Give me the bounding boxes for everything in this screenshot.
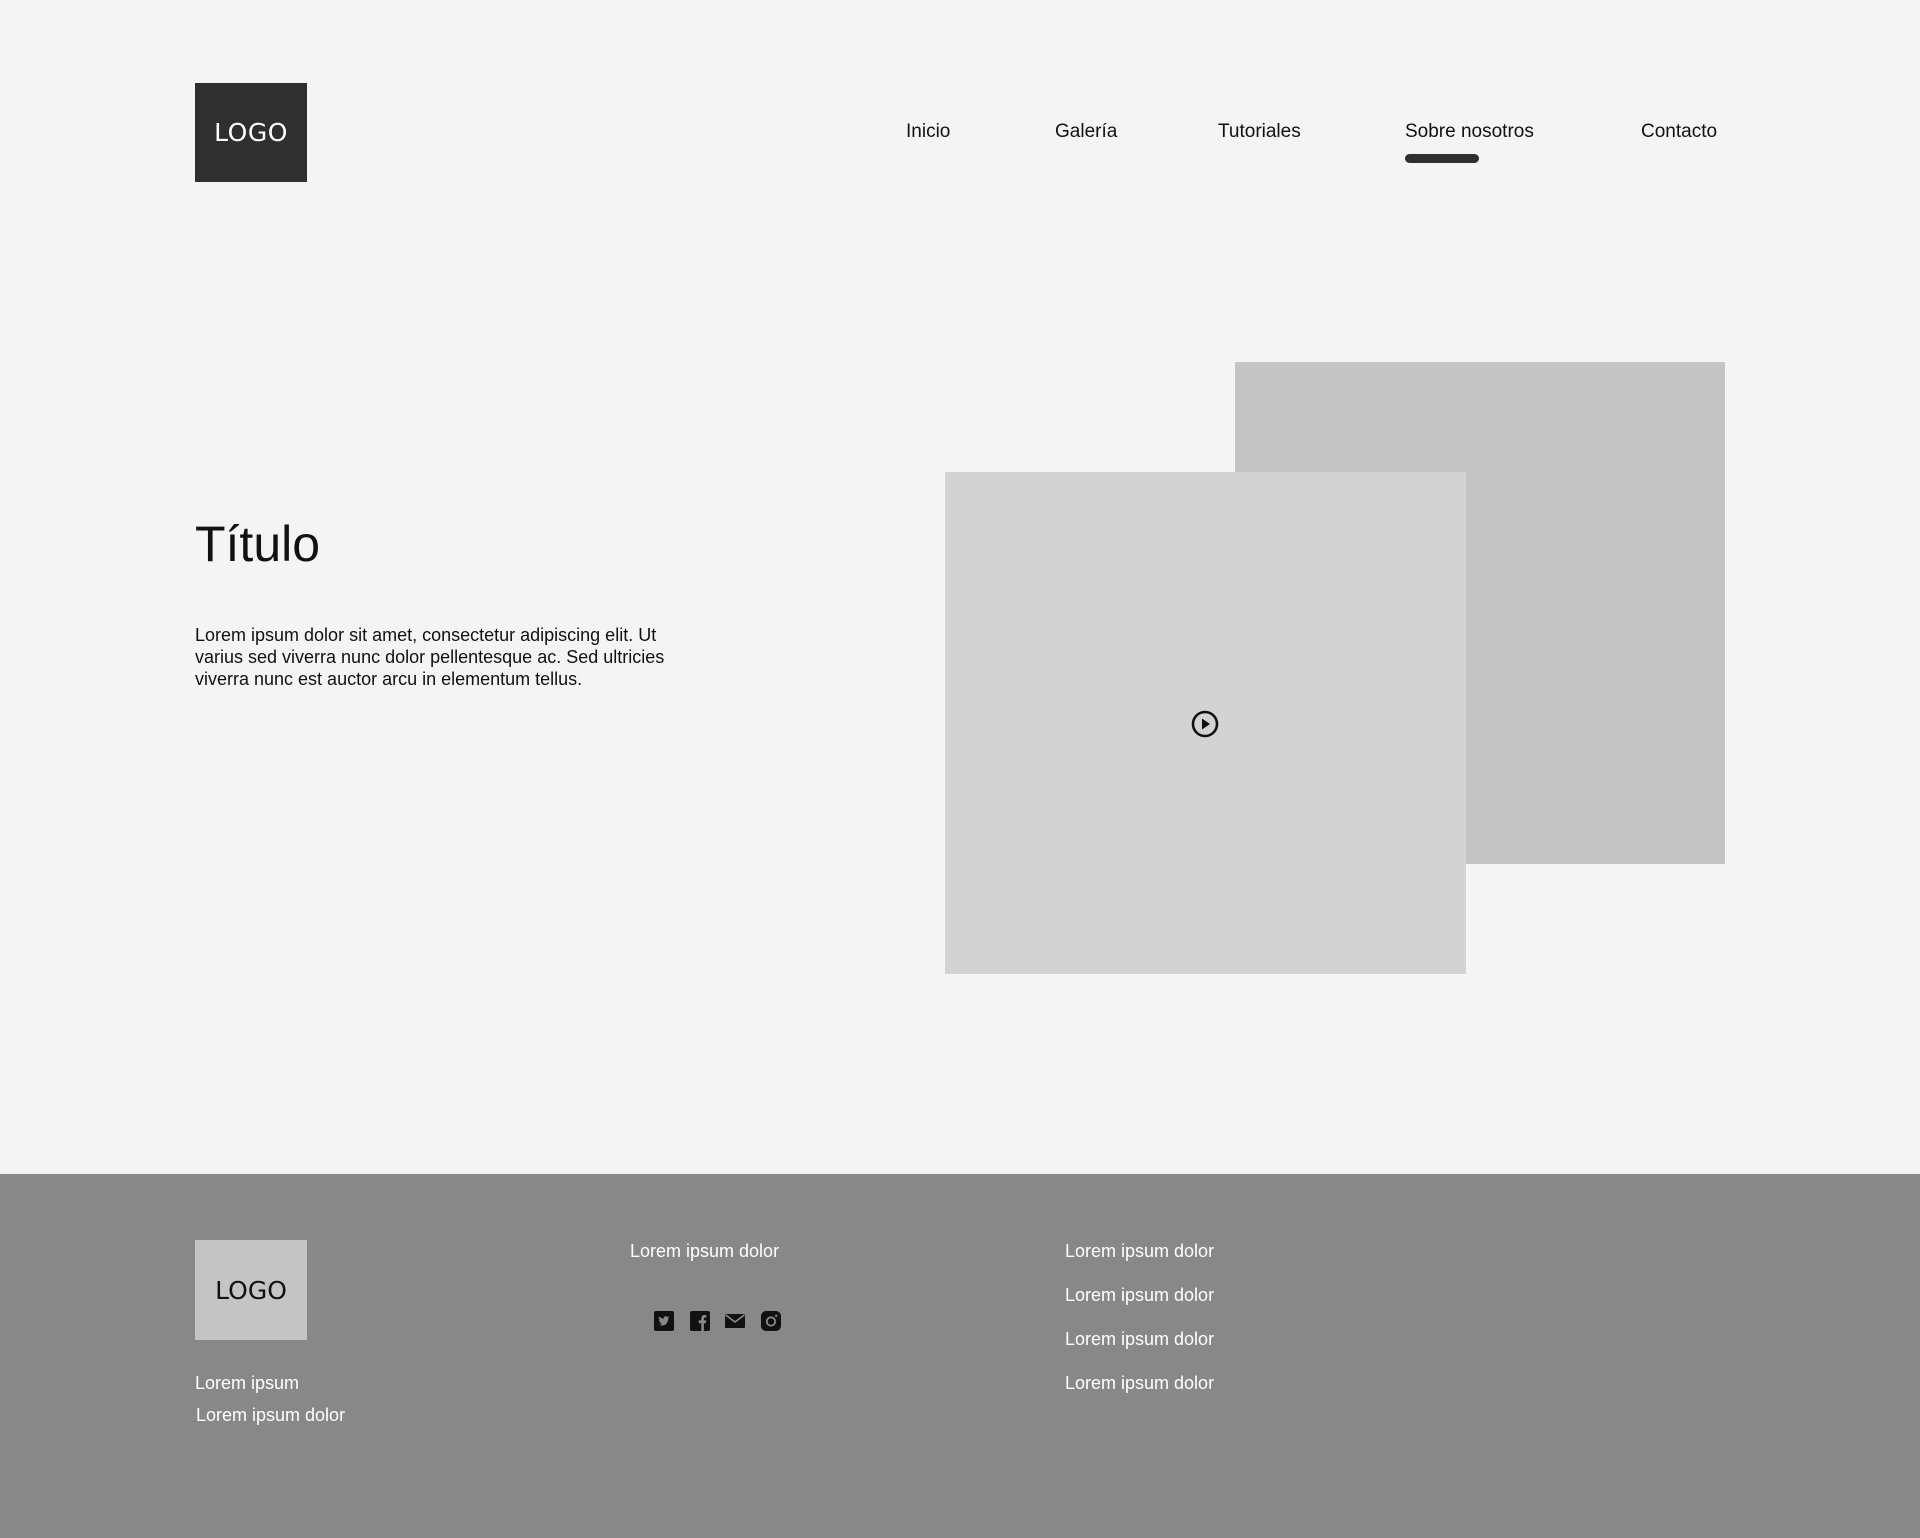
footer-link-3[interactable]: Lorem ipsum dolor	[1065, 1327, 1214, 1351]
nav-item-galeria[interactable]: Galería	[1055, 118, 1117, 146]
nav-item-inicio[interactable]: Inicio	[906, 118, 950, 146]
footer-logo[interactable]: LOGO	[195, 1240, 307, 1340]
facebook-icon[interactable]	[689, 1310, 711, 1332]
hero-title: Título	[195, 516, 321, 572]
instagram-icon[interactable]	[760, 1310, 782, 1332]
footer-subtagline: Lorem ipsum dolor	[196, 1405, 346, 1425]
footer-link-2[interactable]: Lorem ipsum dolor	[1065, 1283, 1214, 1307]
footer-logo-text: LOGO	[215, 1275, 287, 1305]
footer	[0, 1174, 1920, 1538]
nav-item-contacto[interactable]: Contacto	[1641, 118, 1717, 146]
nav-item-tutoriales[interactable]: Tutoriales	[1218, 118, 1301, 146]
footer-link-4[interactable]: Lorem ipsum dolor	[1065, 1371, 1214, 1395]
header-logo-text: LOGO	[214, 118, 288, 147]
header-logo[interactable]: LOGO	[195, 83, 307, 182]
footer-link-1[interactable]: Lorem ipsum dolor	[1065, 1239, 1214, 1263]
nav-active-indicator	[1405, 154, 1479, 163]
play-circle-icon[interactable]	[1190, 709, 1220, 739]
nav-item-sobre-nosotros[interactable]: Sobre nosotros	[1405, 118, 1534, 146]
hero-description: Lorem ipsum dolor sit amet, consectetur …	[195, 625, 665, 689]
twitter-icon[interactable]	[653, 1310, 675, 1332]
mail-icon[interactable]	[724, 1310, 746, 1332]
footer-tagline: Lorem ipsum	[195, 1373, 300, 1393]
footer-col2-heading: Lorem ipsum dolor	[630, 1241, 780, 1261]
